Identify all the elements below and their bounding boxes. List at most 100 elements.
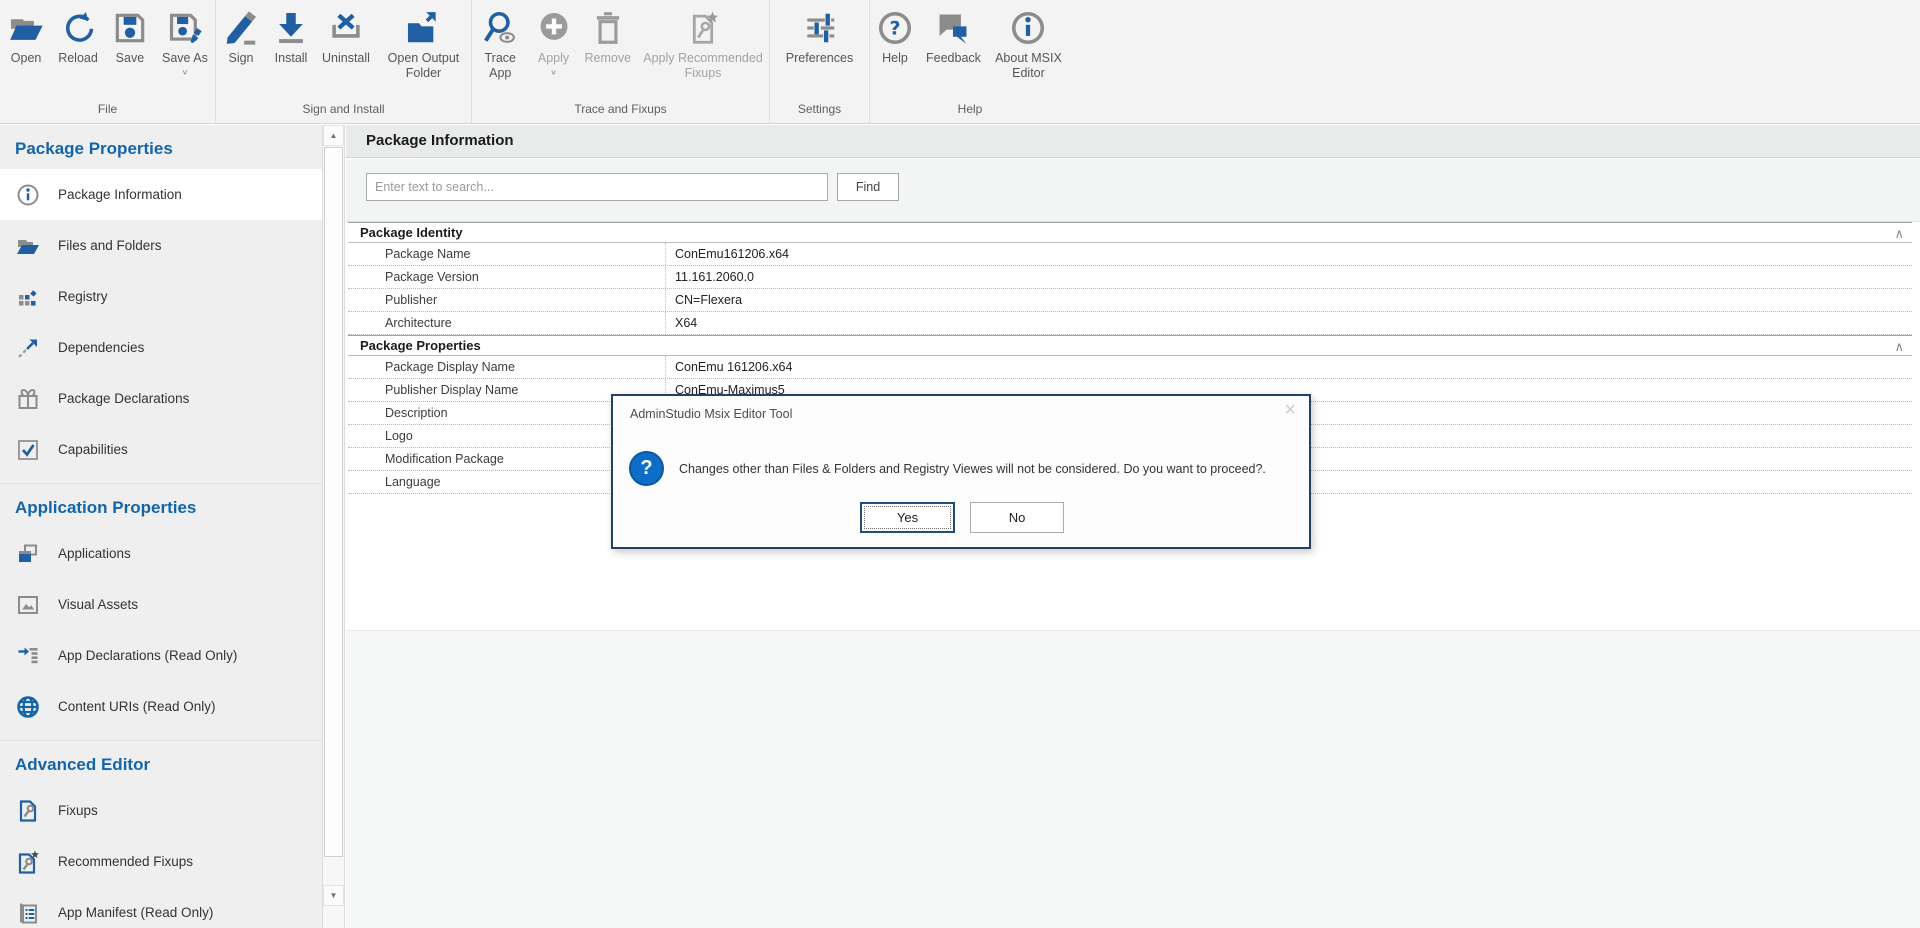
save-as-button-label: Save As [162, 51, 208, 66]
preferences-button[interactable]: Preferences [780, 9, 859, 66]
svg-text:?: ? [889, 17, 900, 39]
row-label: Architecture [348, 312, 666, 334]
sidebar-item-label: Registry [58, 289, 108, 304]
scroll-up-icon[interactable]: ▲ [323, 125, 344, 146]
yes-button[interactable]: Yes [860, 502, 955, 533]
sign-pencil-icon [222, 9, 260, 47]
scrollbar-thumb[interactable] [324, 147, 343, 857]
sidebar-heading-package-properties: Package Properties [0, 125, 322, 169]
apply-button-label: Apply [538, 51, 569, 66]
sidebar-item-files-and-folders[interactable]: Files and Folders [0, 220, 322, 271]
remove-trash-icon [589, 9, 627, 47]
apply-button[interactable]: Apply ∨ [529, 9, 579, 77]
open-button-label: Open [11, 51, 42, 66]
registry-icon [16, 285, 40, 309]
close-icon[interactable]: × [1284, 400, 1296, 420]
search-input[interactable] [366, 173, 828, 201]
table-row[interactable]: Package Display Name ConEmu 161206.x64 [348, 356, 1912, 379]
sidebar-item-label: Content URIs (Read Only) [58, 699, 216, 714]
install-arrow-icon [272, 9, 310, 47]
sidebar-item-package-information[interactable]: Package Information [0, 169, 322, 220]
scroll-down-icon[interactable]: ▼ [323, 885, 344, 906]
row-label: Package Version [348, 266, 666, 288]
sidebar-item-package-declarations[interactable]: Package Declarations [0, 373, 322, 424]
sidebar-item-registry[interactable]: Registry [0, 271, 322, 322]
ribbon-group-settings-buttons: Preferences [770, 0, 869, 100]
row-value[interactable]: 11.161.2060.0 [666, 266, 1912, 288]
content-lower-background [346, 630, 1920, 928]
table-row[interactable]: Package Version 11.161.2060.0 [348, 266, 1912, 289]
help-button[interactable]: ? Help [870, 9, 920, 66]
remove-button[interactable]: Remove [579, 9, 638, 66]
ribbon-group-label-sign-and-install: Sign and Install [216, 100, 471, 123]
ribbon-group-settings: Preferences Settings [769, 0, 869, 123]
ribbon-group-help: ? Help Feedback About MSIX Editor Help [869, 0, 1070, 123]
apply-plus-icon [535, 9, 573, 47]
sidebar-item-content-uris[interactable]: Content URIs (Read Only) [0, 681, 322, 732]
no-button[interactable]: No [970, 502, 1064, 533]
collapse-chevron-icon[interactable]: ∧ [1894, 224, 1904, 243]
help-button-label: Help [882, 51, 908, 66]
about-msix-editor-button-label: About MSIX Editor [993, 51, 1064, 81]
open-output-folder-button-label: Open Output Folder [382, 51, 465, 81]
open-folder-icon [7, 9, 45, 47]
page-wrench-icon [16, 799, 40, 823]
save-button[interactable]: Save [105, 9, 155, 66]
row-value[interactable]: CN=Flexera [666, 289, 1912, 311]
row-value[interactable]: X64 [666, 312, 1912, 334]
row-label: Package Name [348, 243, 666, 265]
find-button[interactable]: Find [837, 173, 899, 201]
sidebar-item-applications[interactable]: Applications [0, 528, 322, 579]
reload-button-label: Reload [58, 51, 98, 66]
sidebar-item-visual-assets[interactable]: Visual Assets [0, 579, 322, 630]
uninstall-button[interactable]: Uninstall [316, 9, 376, 66]
help-question-icon: ? [876, 9, 914, 47]
preferences-sliders-icon [801, 9, 839, 47]
preferences-button-label: Preferences [786, 51, 853, 66]
page-title-band: Package Information [346, 125, 1920, 158]
manifest-doc-icon [16, 901, 40, 925]
sidebar-item-label: App Declarations (Read Only) [58, 648, 237, 663]
ribbon-group-sign-buttons: Sign Install Uninstall Open Output Folde… [216, 0, 471, 100]
apply-recommended-fixups-button-label: Apply Recommended Fixups [643, 51, 763, 81]
save-as-button[interactable]: Save As ∨ [156, 9, 214, 77]
chevron-down-icon[interactable]: ∨ [182, 69, 189, 76]
page-title: Package Information [366, 125, 514, 157]
question-mark-icon: ? [629, 451, 664, 486]
row-value[interactable]: ConEmu161206.x64 [666, 243, 1912, 265]
sidebar-item-label: Files and Folders [58, 238, 162, 253]
table-row[interactable]: Architecture X64 [348, 312, 1912, 335]
ribbon-group-trace-and-fixups: Trace App Apply ∨ Remove Apply Recommend… [471, 0, 769, 123]
row-value[interactable]: ConEmu 161206.x64 [666, 356, 1912, 378]
checkbox-icon [16, 438, 40, 462]
row-label: Package Display Name [348, 356, 666, 378]
sidebar-item-app-manifest[interactable]: App Manifest (Read Only) [0, 887, 322, 928]
collapse-chevron-icon[interactable]: ∧ [1894, 337, 1904, 356]
sidebar-item-dependencies[interactable]: Dependencies [0, 322, 322, 373]
table-row[interactable]: Package Name ConEmu161206.x64 [348, 243, 1912, 266]
table-row[interactable]: Publisher CN=Flexera [348, 289, 1912, 312]
sidebar-item-label: Applications [58, 546, 131, 561]
sidebar-item-app-declarations[interactable]: App Declarations (Read Only) [0, 630, 322, 681]
reload-button[interactable]: Reload [52, 9, 104, 66]
apply-recommended-fixups-button[interactable]: Apply Recommended Fixups [637, 9, 769, 81]
feedback-button[interactable]: Feedback [920, 9, 987, 66]
remove-button-label: Remove [585, 51, 632, 66]
install-button[interactable]: Install [266, 9, 316, 66]
open-button[interactable]: Open [1, 9, 51, 66]
uninstall-button-label: Uninstall [322, 51, 370, 66]
about-msix-editor-button[interactable]: About MSIX Editor [987, 9, 1070, 81]
sign-button[interactable]: Sign [216, 9, 266, 66]
open-output-folder-button[interactable]: Open Output Folder [376, 9, 471, 81]
sidebar-item-capabilities[interactable]: Capabilities [0, 424, 322, 475]
sidebar-item-fixups[interactable]: Fixups [0, 785, 322, 836]
trace-app-button[interactable]: Trace App [472, 9, 529, 81]
info-icon [16, 183, 40, 207]
sidebar-navigation: Package Properties Package Information F… [0, 125, 322, 928]
ribbon-group-help-buttons: ? Help Feedback About MSIX Editor [870, 0, 1070, 100]
image-icon [16, 593, 40, 617]
sidebar-item-recommended-fixups[interactable]: Recommended Fixups [0, 836, 322, 887]
ribbon-group-label-trace-and-fixups: Trace and Fixups [472, 100, 769, 123]
save-button-label: Save [116, 51, 145, 66]
sidebar-scrollbar[interactable]: ▲ ▼ [322, 125, 345, 928]
